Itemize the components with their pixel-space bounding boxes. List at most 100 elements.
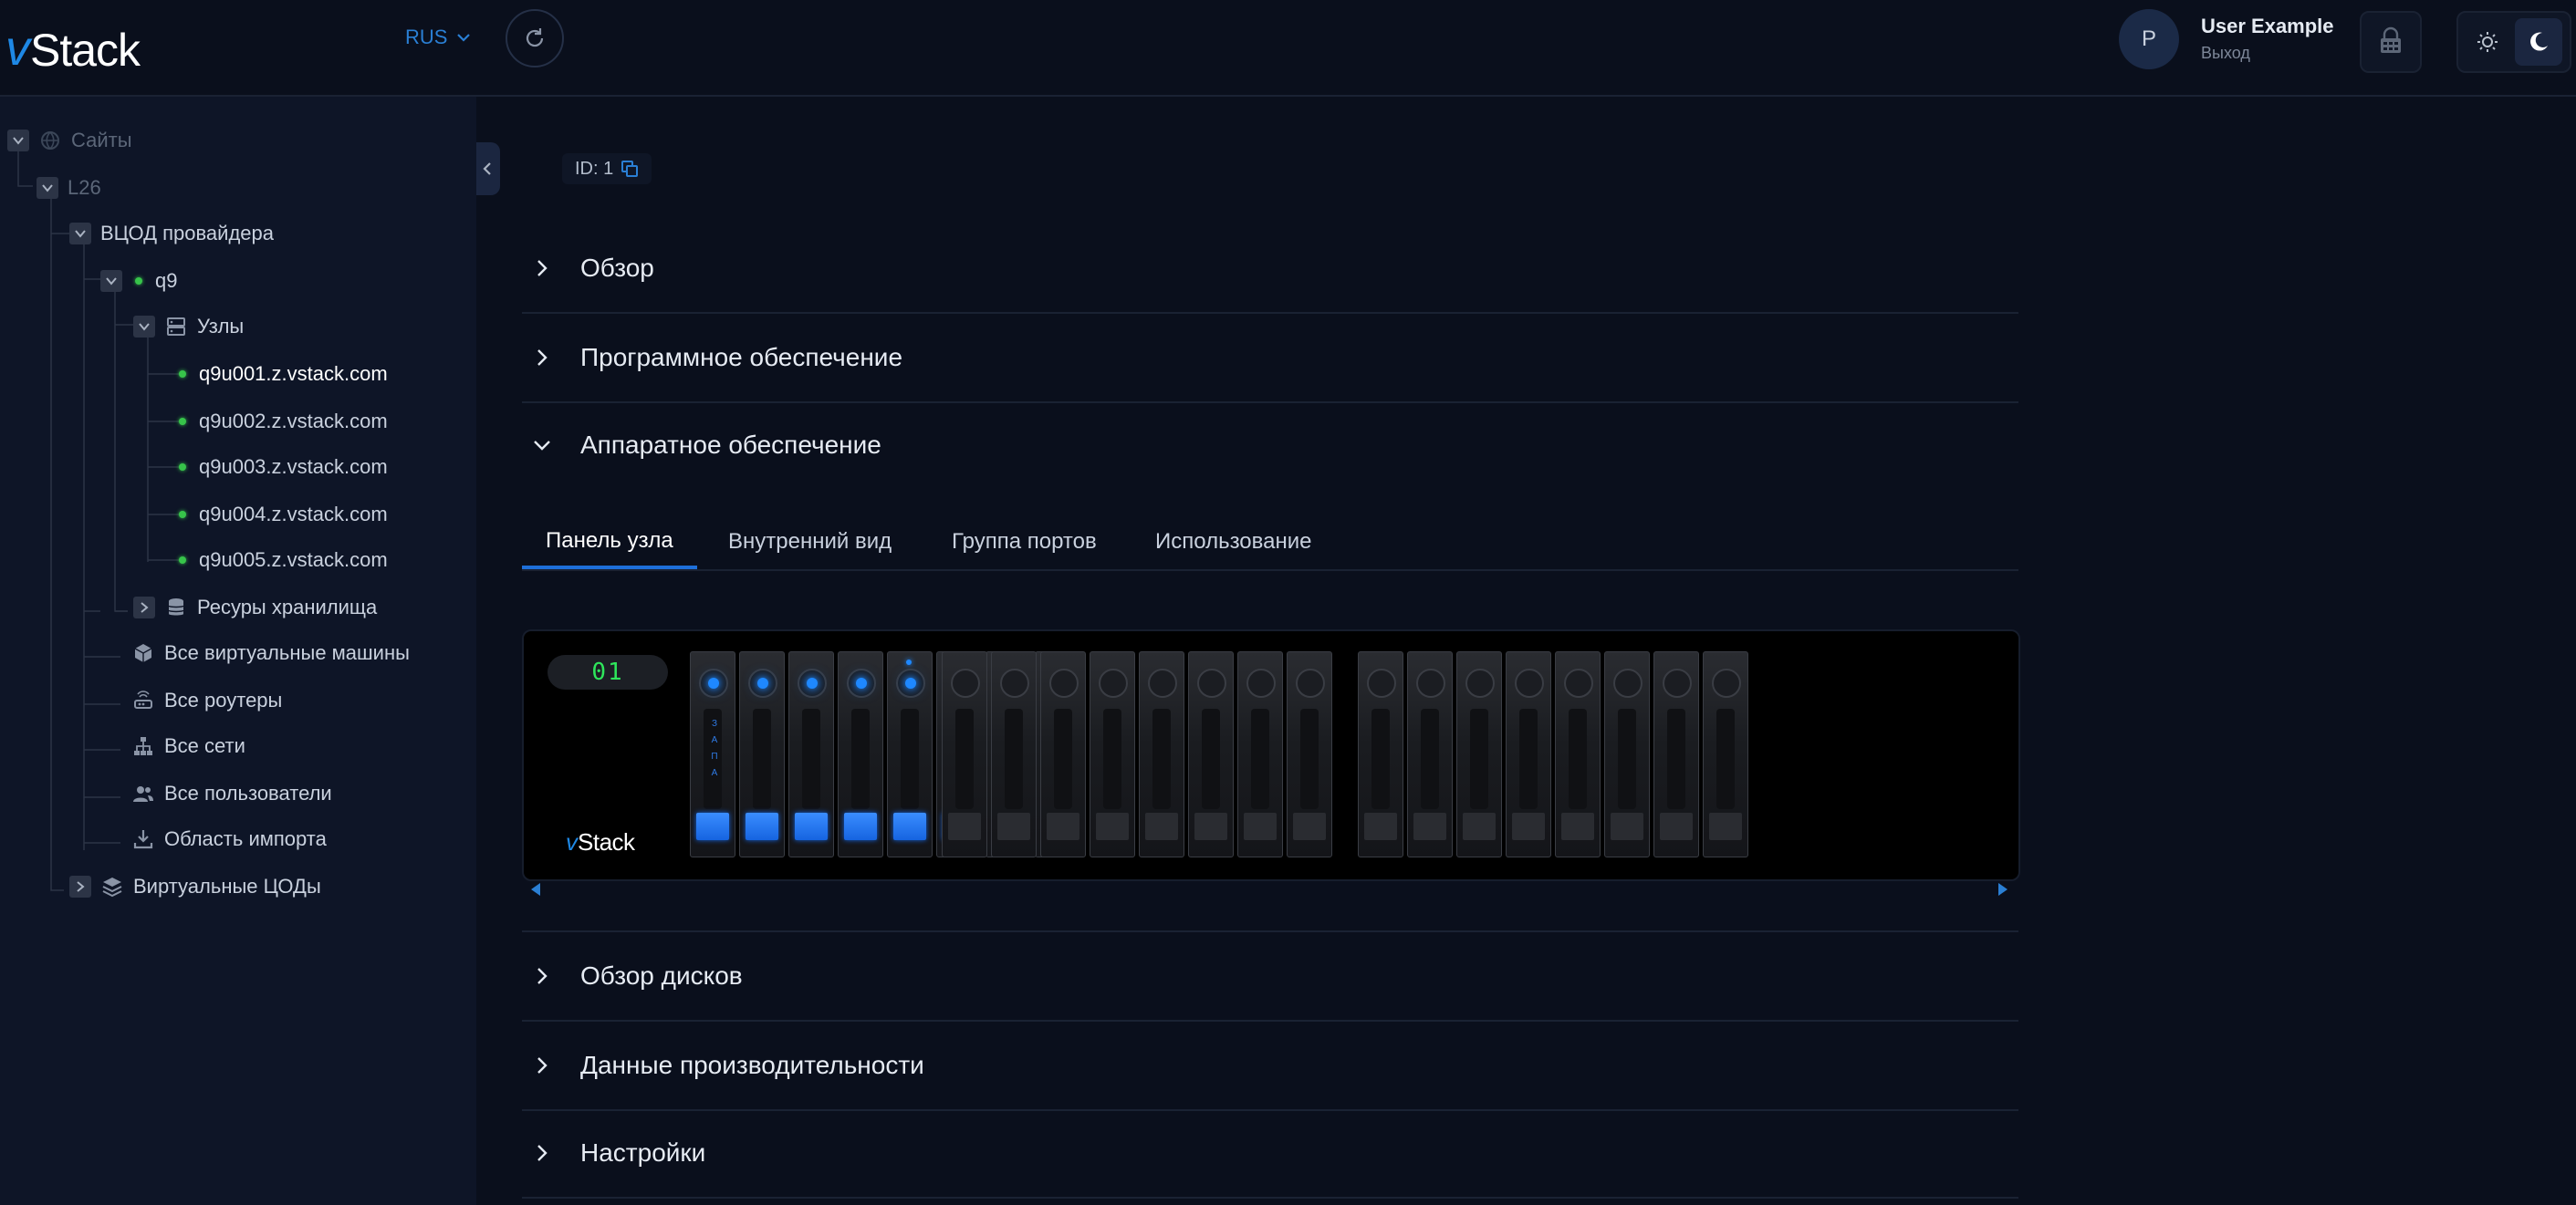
tree-item-node-q9u004[interactable]: q9u004.z.vstack.com: [175, 496, 388, 533]
tab-internal-view[interactable]: Внутренний вид: [728, 516, 892, 567]
tree-item-all-vms[interactable]: Все виртуальные машины: [131, 635, 410, 671]
drive-bay[interactable]: [1703, 651, 1748, 857]
bay-latch: [1096, 813, 1129, 840]
expand-toggle[interactable]: [69, 876, 91, 898]
tree-item-label: Все сети: [164, 734, 245, 757]
bay-status-led: [798, 669, 827, 698]
drive-bay[interactable]: [1139, 651, 1184, 857]
dark-theme-button[interactable]: [2515, 18, 2562, 66]
logout-link[interactable]: Выход: [2201, 44, 2250, 63]
tab-port-group[interactable]: Группа портов: [952, 516, 1097, 567]
bay-handle: [1005, 709, 1023, 809]
expand-toggle[interactable]: [133, 597, 155, 618]
drive-bay[interactable]: [838, 651, 883, 857]
status-online-dot: [179, 370, 186, 378]
collapse-toggle[interactable]: [37, 177, 58, 199]
tree-item-label: Сайты: [71, 129, 132, 151]
section-performance-data[interactable]: Данные производительности: [522, 1022, 2018, 1111]
section-software[interactable]: Программное обеспечение: [522, 314, 2018, 403]
lock-button[interactable]: [2360, 11, 2422, 73]
drive-bay[interactable]: [1188, 651, 1234, 857]
section-title: Настройки: [580, 1138, 706, 1167]
download-icon: [131, 827, 155, 851]
tree-item-q9[interactable]: q9: [100, 263, 177, 299]
light-theme-button[interactable]: [2467, 22, 2508, 62]
refresh-button[interactable]: [506, 9, 564, 68]
bay-latch: [1244, 813, 1277, 840]
bay-latch: [795, 813, 828, 840]
tree-item-node-q9u005[interactable]: q9u005.z.vstack.com: [175, 542, 388, 578]
drive-bay[interactable]: [1506, 651, 1551, 857]
bay-latch: [746, 813, 778, 840]
tree-item-sites[interactable]: Сайты: [7, 122, 132, 159]
bay-status-led: [1663, 669, 1692, 698]
drive-bay[interactable]: [1090, 651, 1135, 857]
collapse-toggle[interactable]: [69, 223, 91, 244]
collapse-toggle[interactable]: [7, 130, 29, 151]
drive-bay[interactable]: [1358, 651, 1403, 857]
tree-item-nodes[interactable]: Узлы: [133, 308, 244, 345]
app-header: v Stack RUS P User Example Выход: [0, 0, 2576, 97]
bay-status-led: [1000, 669, 1029, 698]
section-overview[interactable]: Обзор: [522, 224, 2018, 314]
drive-bay[interactable]: ЗАПА: [690, 651, 735, 857]
drive-bay[interactable]: [788, 651, 834, 857]
tree-item-node-q9u002[interactable]: q9u002.z.vstack.com: [175, 403, 388, 440]
theme-toggle[interactable]: [2456, 11, 2571, 73]
users-icon: [131, 782, 155, 805]
drive-bay[interactable]: [1287, 651, 1332, 857]
tree-item-virtual-dcs[interactable]: Виртуальные ЦОДы: [69, 868, 321, 905]
drive-bay[interactable]: [991, 651, 1037, 857]
bay-handle: [1251, 709, 1269, 809]
bay-status-led: [699, 669, 728, 698]
bay-latch: [1512, 813, 1545, 840]
section-title: Обзор дисков: [580, 961, 743, 990]
router-icon: [131, 689, 155, 712]
section-disk-overview[interactable]: Обзор дисков: [522, 932, 2018, 1022]
tree-item-storage[interactable]: Ресуры хранилища: [133, 589, 377, 626]
tree-item-all-networks[interactable]: Все сети: [131, 728, 245, 764]
drive-bay[interactable]: [1237, 651, 1283, 857]
bay-latch: [1660, 813, 1693, 840]
avatar[interactable]: P: [2119, 9, 2179, 69]
drive-bay[interactable]: [1407, 651, 1453, 857]
drive-bay[interactable]: [942, 651, 987, 857]
panel-scroll-left-arrow[interactable]: [531, 883, 540, 896]
language-label: RUS: [405, 26, 448, 48]
drive-bay[interactable]: [1040, 651, 1086, 857]
tree-item-import-area[interactable]: Область импорта: [131, 821, 327, 857]
section-title: Аппаратное обеспечение: [580, 431, 881, 459]
copy-icon[interactable]: [621, 160, 639, 178]
drive-bay[interactable]: [1604, 651, 1650, 857]
drive-bay[interactable]: [739, 651, 785, 857]
section-hardware[interactable]: Аппаратное обеспечение: [522, 401, 2018, 489]
vstack-logo[interactable]: v Stack: [5, 9, 141, 73]
drive-bay[interactable]: [1653, 651, 1699, 857]
bay-handle: [1569, 709, 1587, 809]
section-settings[interactable]: Настройки: [522, 1109, 2018, 1199]
tree-item-all-users[interactable]: Все пользователи: [131, 775, 332, 812]
tree-item-node-q9u001[interactable]: q9u001.z.vstack.com: [175, 356, 388, 392]
panel-scroll-right-arrow[interactable]: [1998, 883, 2008, 896]
layers-icon: [100, 875, 124, 899]
sidebar-collapse-button[interactable]: [476, 142, 500, 195]
drive-bay[interactable]: [1555, 651, 1601, 857]
tab-node-panel[interactable]: Панель узла: [522, 516, 697, 569]
language-selector[interactable]: RUS: [405, 26, 473, 49]
drive-bay[interactable]: [1456, 651, 1502, 857]
bay-handle: [1300, 709, 1319, 809]
bay-latch: [1463, 813, 1496, 840]
tree-item-provider-dc[interactable]: ВЦОД провайдера: [69, 215, 274, 252]
collapse-toggle[interactable]: [100, 270, 122, 292]
drive-bay[interactable]: [887, 651, 933, 857]
chevron-right-icon: [77, 881, 85, 892]
collapse-toggle[interactable]: [133, 316, 155, 338]
bay-handle: [955, 709, 974, 809]
tree-item-all-routers[interactable]: Все роутеры: [131, 682, 282, 719]
tree-item-node-q9u003[interactable]: q9u003.z.vstack.com: [175, 449, 388, 485]
bay-handle: [1103, 709, 1121, 809]
panel-logo-v: v: [566, 828, 578, 856]
status-online-dot: [179, 511, 186, 518]
tab-usage[interactable]: Использование: [1155, 516, 1312, 567]
tree-item-l26[interactable]: L26: [37, 170, 101, 206]
